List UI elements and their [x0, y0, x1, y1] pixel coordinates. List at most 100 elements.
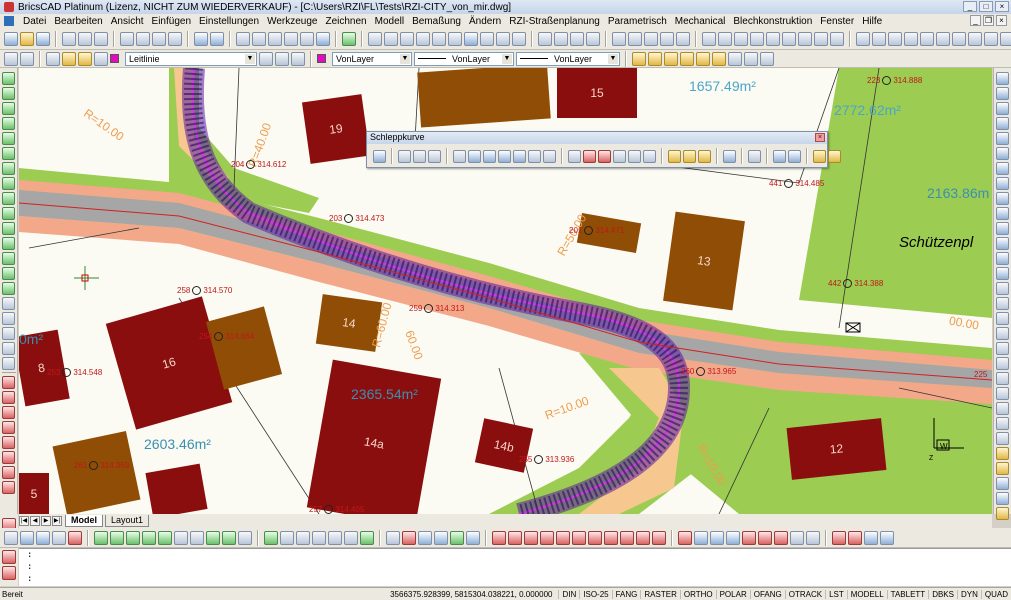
globe-icon[interactable] — [723, 149, 736, 163]
text-icon[interactable] — [2, 327, 15, 340]
explode-icon[interactable] — [2, 566, 16, 580]
array-icon[interactable] — [2, 451, 15, 464]
menu-fenster[interactable]: Fenster — [816, 16, 858, 27]
info-icon[interactable] — [828, 149, 841, 163]
zoom-window-icon[interactable] — [384, 31, 398, 46]
save-folder-icon[interactable] — [683, 149, 696, 163]
snap-insertion-icon[interactable] — [996, 162, 1009, 175]
menu-hilfe[interactable]: Hilfe — [858, 16, 886, 27]
menu-datei[interactable]: Datei — [19, 16, 50, 27]
rzi-draw-5-icon[interactable] — [450, 530, 464, 545]
menu-werkzeuge[interactable]: Werkzeuge — [263, 16, 321, 27]
sketch-icon[interactable] — [2, 252, 15, 265]
layer-unlock-icon[interactable] — [712, 51, 726, 66]
xline-icon[interactable] — [2, 222, 15, 235]
rzi-tool-2-icon[interactable] — [20, 530, 34, 545]
view-front-icon[interactable] — [702, 31, 716, 46]
rzi-tool-1-icon[interactable] — [4, 530, 18, 545]
rzi-mark-9-icon[interactable] — [806, 530, 820, 545]
rzi-tool-3-icon[interactable] — [36, 530, 50, 545]
menu-einfuegen[interactable]: Einfügen — [148, 16, 195, 27]
section-icon[interactable] — [996, 492, 1009, 505]
tab-model[interactable]: Model — [65, 515, 103, 527]
minimize-button[interactable]: _ — [963, 1, 977, 12]
menu-rzi-strassenplanung[interactable]: RZI-Straßenplanung — [505, 16, 604, 27]
light-icon[interactable] — [996, 447, 1009, 460]
arc-icon[interactable] — [2, 102, 15, 115]
rzi-slope-icon[interactable] — [190, 530, 204, 545]
mtext-icon[interactable] — [2, 342, 15, 355]
layer-previous-icon[interactable] — [20, 51, 34, 66]
layer-lock-icon[interactable] — [696, 51, 710, 66]
view-iso-nw-icon[interactable] — [830, 31, 844, 46]
rzi-volume-icon[interactable] — [142, 530, 156, 545]
chevron-down-icon[interactable]: ▼ — [245, 53, 255, 64]
toggle-ofang[interactable]: OFANG — [749, 589, 785, 599]
drive-reverse-icon[interactable] — [498, 149, 511, 163]
layer-on-icon[interactable] — [648, 51, 662, 66]
properties-icon[interactable] — [236, 31, 250, 46]
linetype-dropdown[interactable]: VonLayer ▼ — [414, 51, 514, 66]
layer-dropdown[interactable]: Leitlinie ▼ — [125, 51, 257, 66]
extrude-icon[interactable] — [996, 372, 1009, 385]
snap-center-icon[interactable] — [996, 102, 1009, 115]
layer-state-icon[interactable] — [46, 51, 60, 66]
rzi-mark-8-icon[interactable] — [790, 530, 804, 545]
rzi-crossfall-icon[interactable] — [328, 530, 342, 545]
undo-icon[interactable] — [194, 31, 208, 46]
solid-torus-icon[interactable] — [996, 357, 1009, 370]
doc-minimize-button[interactable]: _ — [970, 15, 981, 26]
table-view-icon[interactable] — [788, 149, 801, 163]
rzi-sign-2-icon[interactable] — [848, 530, 862, 545]
zoom-in-icon[interactable] — [416, 31, 430, 46]
solid-sphere-icon[interactable] — [996, 327, 1009, 340]
edit-icon[interactable] — [268, 31, 282, 46]
rzi-draw-2-icon[interactable] — [402, 530, 416, 545]
ucs-world-icon[interactable] — [872, 31, 886, 46]
polygon-icon[interactable] — [2, 177, 15, 190]
viewport-join-icon[interactable] — [676, 31, 690, 46]
circle-icon[interactable] — [2, 117, 15, 130]
rzi-graph-4-icon[interactable] — [540, 530, 554, 545]
schleppkurve-title-bar[interactable]: Schleppkurve × — [367, 132, 827, 144]
toggle-raster[interactable]: RASTER — [640, 589, 679, 599]
rectangle-icon[interactable] — [2, 162, 15, 175]
view-left-icon[interactable] — [734, 31, 748, 46]
color-picker-icon[interactable] — [583, 149, 596, 163]
solid-cylinder-icon[interactable] — [996, 297, 1009, 310]
lineweight-dropdown[interactable]: VonLayer ▼ — [516, 51, 620, 66]
rzi-axis-icon[interactable] — [296, 530, 310, 545]
zoom-previous-icon[interactable] — [400, 31, 414, 46]
solid-wedge-icon[interactable] — [996, 342, 1009, 355]
hatch-icon[interactable] — [2, 297, 15, 310]
menu-modell[interactable]: Modell — [371, 16, 408, 27]
car-icon[interactable] — [543, 149, 556, 163]
toggle-otrack[interactable]: OTRACK — [784, 589, 825, 599]
snap-midpoint-icon[interactable] — [996, 87, 1009, 100]
snap-endpoint-icon[interactable] — [996, 72, 1009, 85]
ucs-x-icon[interactable] — [984, 31, 998, 46]
layer-walk-icon[interactable] — [728, 51, 742, 66]
rzi-mark-5-icon[interactable] — [742, 530, 756, 545]
toggle-lst[interactable]: LST — [825, 589, 847, 599]
rzi-plan-icon[interactable] — [264, 530, 278, 545]
layer-delete-icon[interactable] — [760, 51, 774, 66]
view-bottom-icon[interactable] — [766, 31, 780, 46]
eraser-icon[interactable] — [252, 31, 266, 46]
viewport-two-icon[interactable] — [628, 31, 642, 46]
rzi-lane-icon[interactable] — [222, 530, 236, 545]
drive-forward-icon[interactable] — [468, 149, 481, 163]
rzi-pin-icon[interactable] — [68, 530, 82, 545]
first-tab-icon[interactable]: |◀ — [19, 516, 29, 526]
rzi-gradient-icon[interactable] — [312, 530, 326, 545]
view-iso-ne-icon[interactable] — [814, 31, 828, 46]
rzi-section-icon[interactable] — [126, 530, 140, 545]
lightbulb-icon[interactable] — [62, 51, 76, 66]
wireframe-icon[interactable] — [554, 31, 568, 46]
bus-icon[interactable] — [528, 149, 541, 163]
toggle-dbks[interactable]: DBKS — [928, 589, 957, 599]
copy-icon[interactable] — [136, 31, 150, 46]
ucs-icon[interactable] — [856, 31, 870, 46]
truck-icon[interactable] — [453, 149, 466, 163]
menu-ansicht[interactable]: Ansicht — [107, 16, 148, 27]
